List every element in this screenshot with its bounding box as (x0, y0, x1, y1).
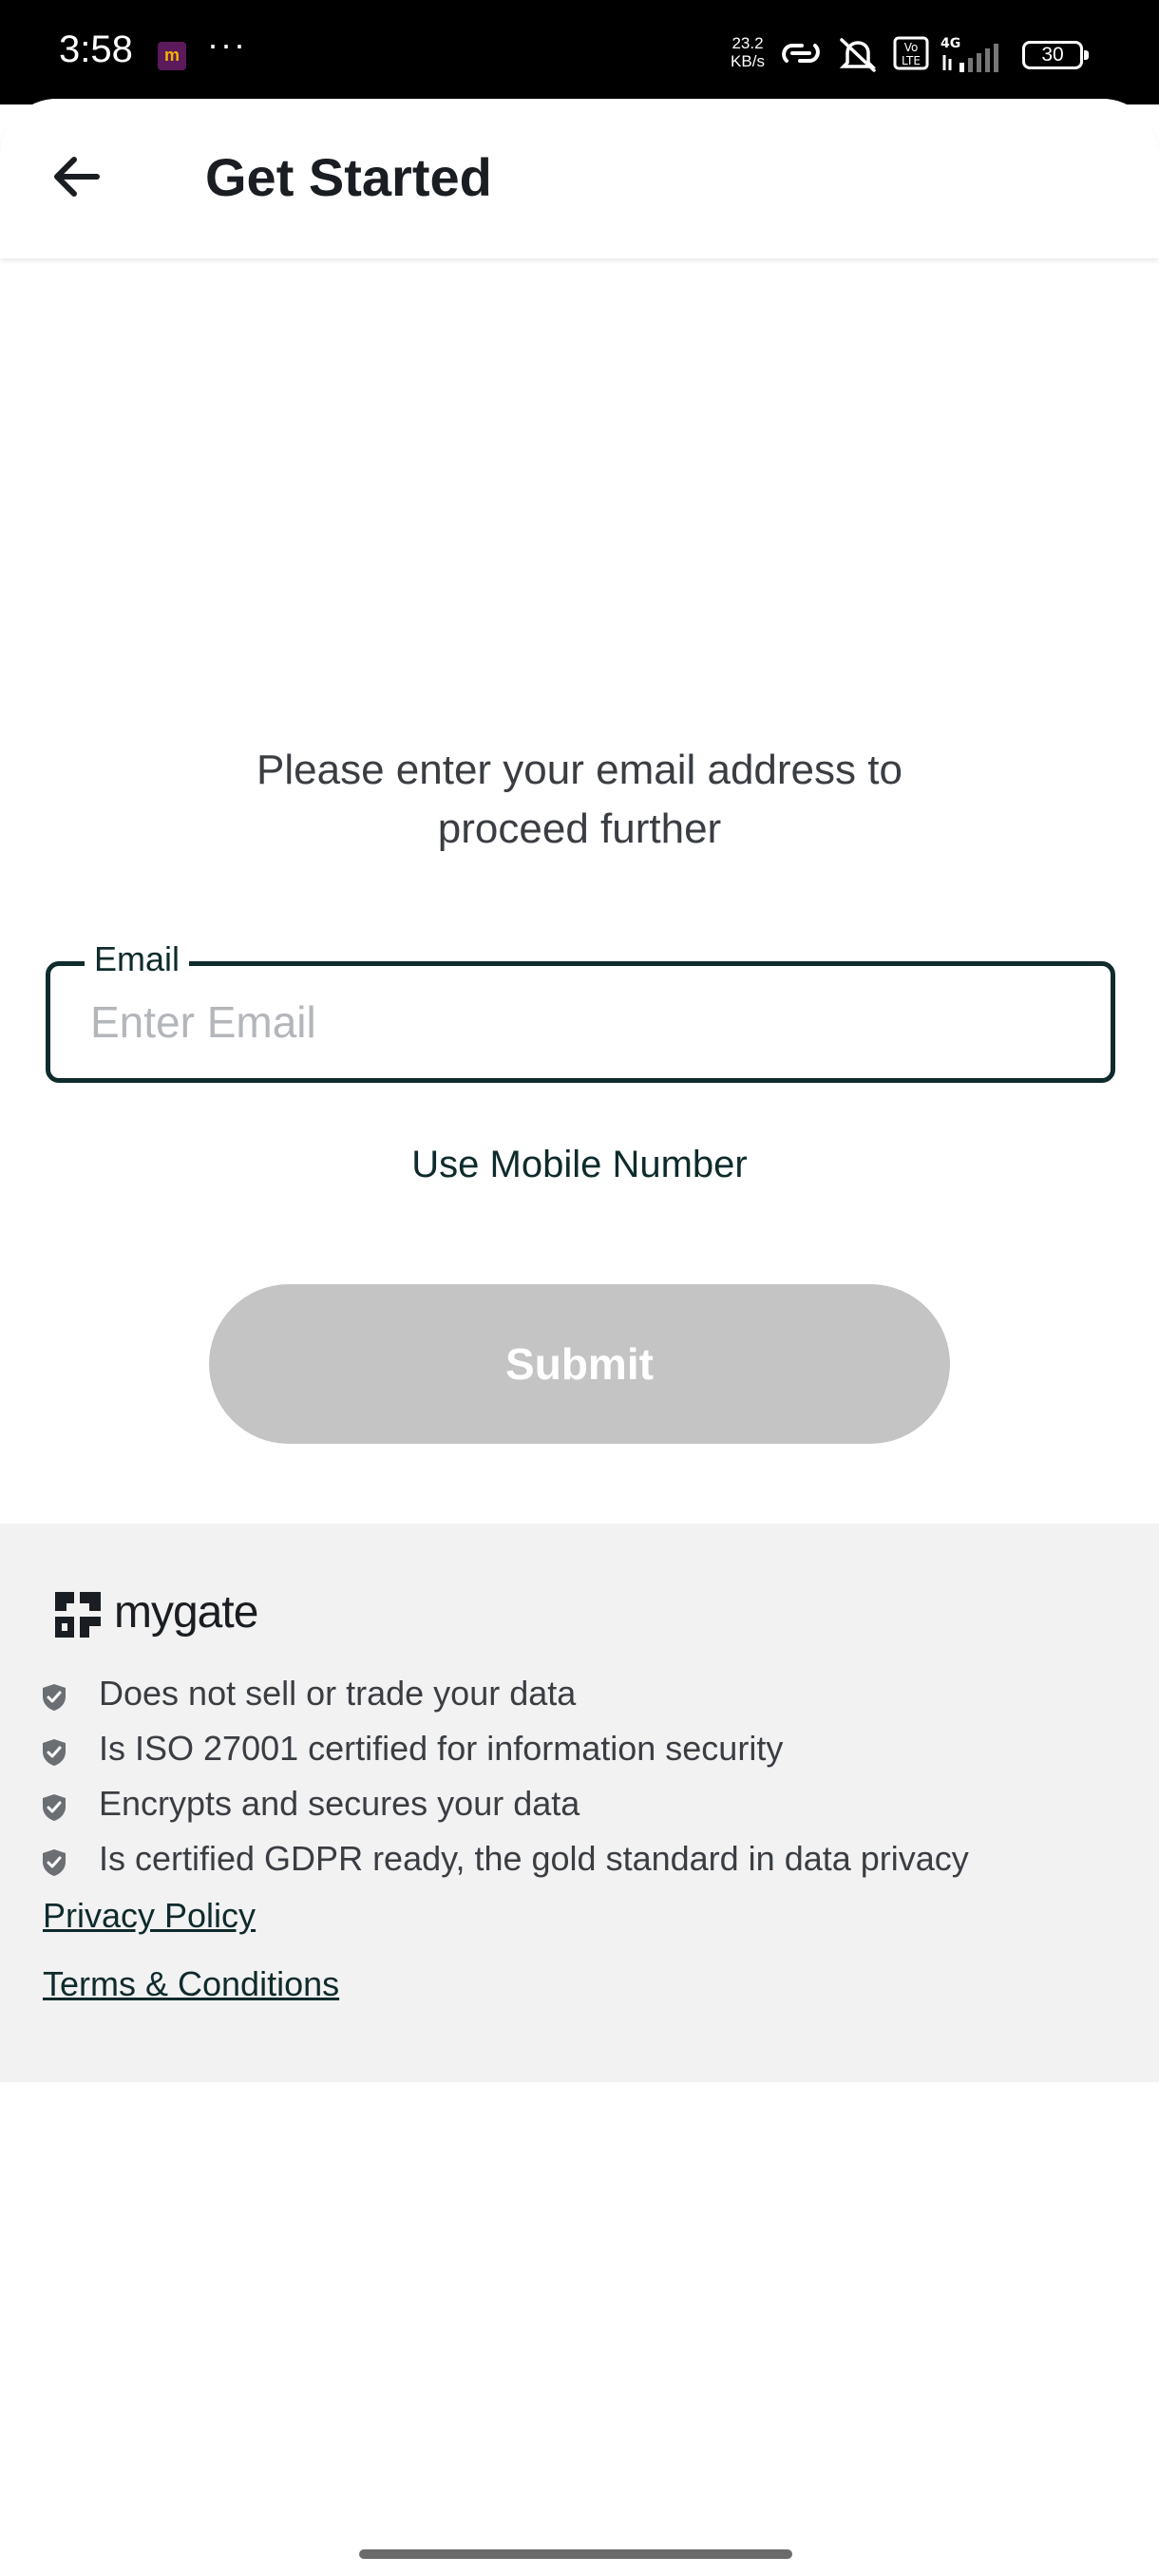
svg-text:Vo: Vo (904, 41, 919, 54)
use-mobile-number-link[interactable]: Use Mobile Number (294, 1144, 864, 1186)
terms-conditions-link[interactable]: Terms & Conditions (43, 1964, 339, 2004)
volte-icon: Vo LTE (893, 36, 929, 70)
back-button[interactable] (42, 139, 118, 215)
network-speed: 23.2 KB/s (724, 34, 771, 70)
more-notifications-icon: ··· (207, 25, 247, 64)
silent-bell-icon (839, 38, 877, 72)
privacy-policy-link[interactable]: Privacy Policy (43, 1896, 256, 1936)
trust-item: Does not sell or trade your data (0, 1666, 1159, 1721)
trust-item-text: Is certified GDPR ready, the gold standa… (99, 1839, 969, 1878)
email-input[interactable] (90, 989, 1059, 1055)
shield-check-icon (43, 1794, 66, 1821)
svg-text:LTE: LTE (902, 54, 921, 67)
trust-item: Is certified GDPR ready, the gold standa… (0, 1831, 1159, 1886)
signal-strength-icon: 4G (940, 36, 998, 72)
shield-check-icon (43, 1684, 66, 1711)
network-speed-unit: KB/s (731, 52, 765, 70)
trust-list: Does not sell or trade your data Is ISO … (0, 1666, 1159, 1886)
status-bar: 3:58 m ··· 23.2 KB/s Vo LTE 4G 30 (0, 0, 1159, 104)
svg-text:4G: 4G (940, 36, 960, 51)
email-field[interactable]: Email (46, 939, 1115, 1083)
trust-item: Encrypts and secures your data (0, 1776, 1159, 1831)
shield-check-icon (43, 1739, 66, 1766)
submit-button[interactable]: Submit (209, 1284, 950, 1444)
instruction-text: Please enter your email address to proce… (256, 747, 902, 852)
home-indicator[interactable] (359, 2549, 792, 2559)
app-header: Get Started (0, 99, 1159, 258)
mygate-logo-icon (55, 1592, 101, 1638)
trust-item-text: Is ISO 27001 certified for information s… (99, 1729, 784, 1768)
arrow-left-icon (54, 157, 100, 197)
brand-name: mygate (114, 1587, 258, 1638)
trust-panel: mygate Does not sell or trade your data … (0, 1524, 1159, 2082)
email-label: Email (85, 939, 190, 979)
page-title: Get Started (205, 147, 492, 207)
trust-item: Is ISO 27001 certified for information s… (0, 1721, 1159, 1776)
network-speed-value: 23.2 (732, 34, 764, 52)
hotspot-link-icon (782, 44, 820, 63)
trust-item-text: Encrypts and secures your data (99, 1784, 580, 1823)
status-time: 3:58 (59, 28, 133, 70)
notification-app-icon: m (158, 42, 186, 70)
shield-check-icon (43, 1849, 66, 1876)
battery-icon: 30 (1022, 41, 1089, 69)
trust-item-text: Does not sell or trade your data (99, 1674, 577, 1713)
